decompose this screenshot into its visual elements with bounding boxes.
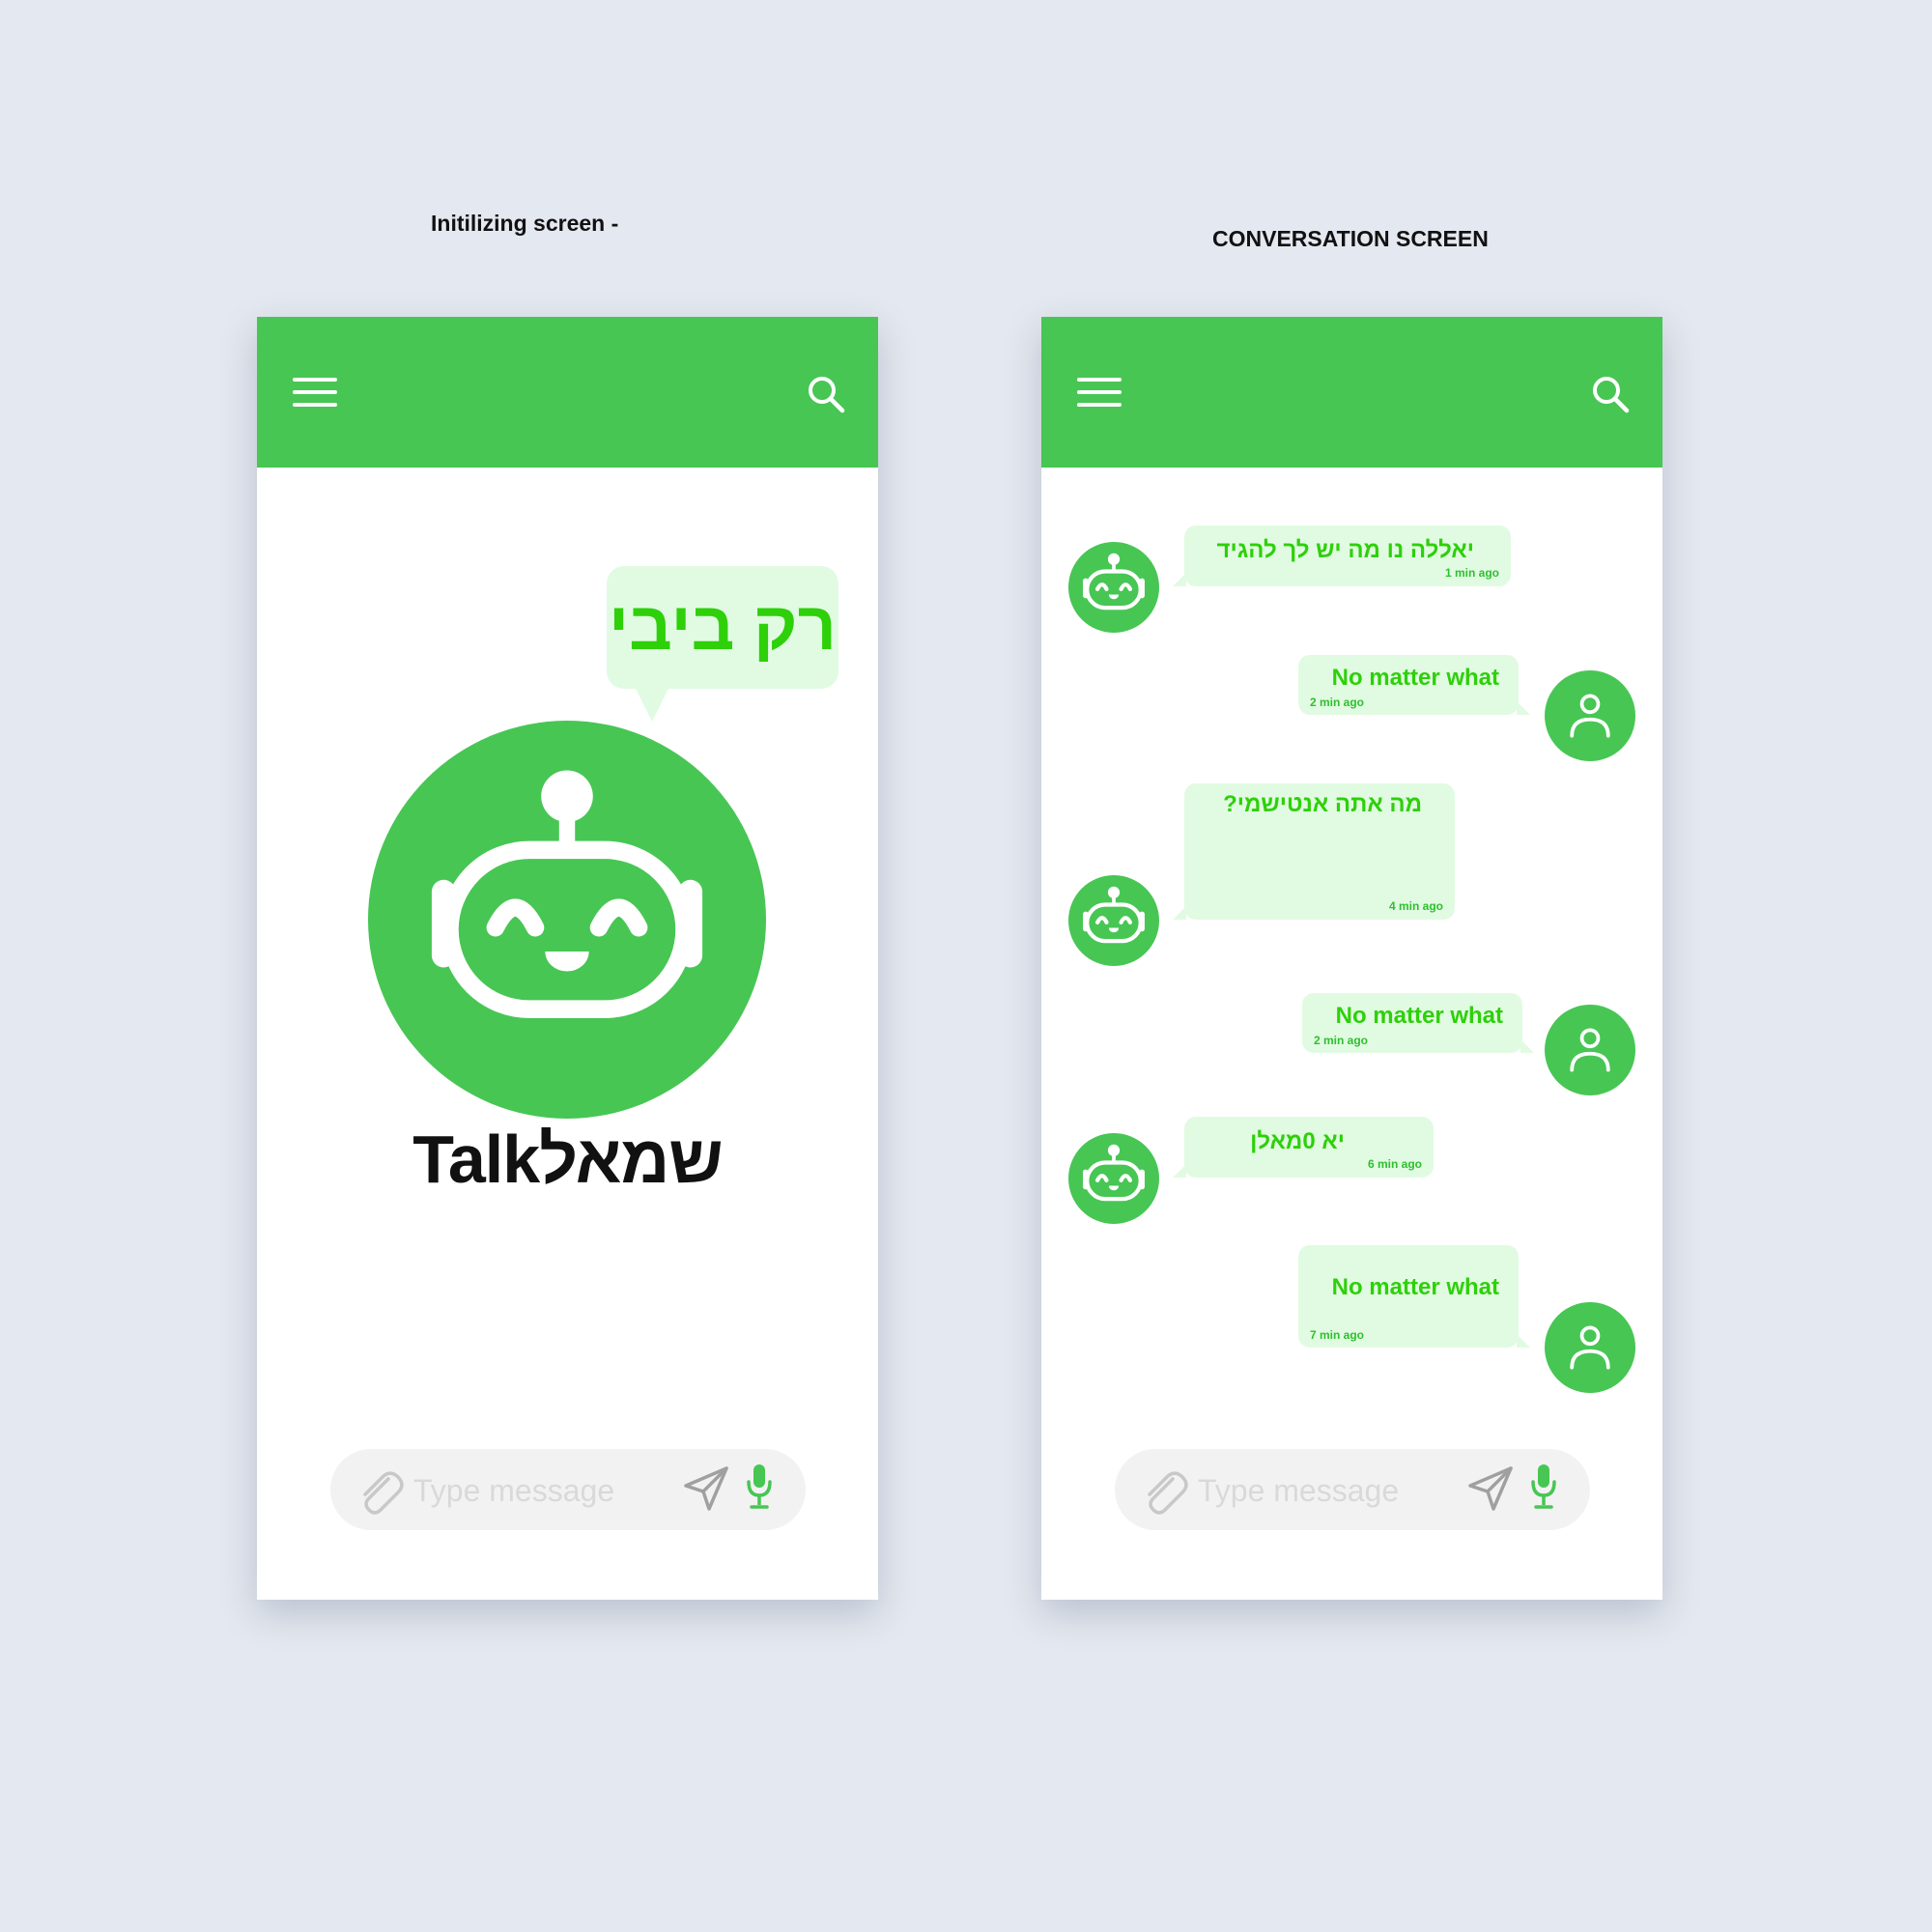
user-avatar-icon — [1545, 1302, 1635, 1393]
message-timestamp: 4 min ago — [1388, 899, 1443, 913]
speech-bubble-text: רק ביבי — [608, 588, 837, 664]
message-bubble[interactable]: No matter what 2 min ago — [1302, 993, 1534, 1053]
microphone-icon[interactable] — [1530, 1463, 1557, 1511]
message-text: No matter what — [1331, 665, 1499, 691]
message-bubble[interactable]: יא 0מאלן 6 min ago — [1173, 1117, 1434, 1178]
paperclip-icon[interactable] — [355, 1465, 404, 1516]
user-avatar-icon — [1545, 1005, 1635, 1095]
bot-avatar-icon — [1068, 542, 1159, 633]
paperclip-icon[interactable] — [1140, 1465, 1188, 1516]
message-bubble[interactable]: No matter what 7 min ago — [1298, 1245, 1530, 1348]
hamburger-menu-icon[interactable] — [1077, 377, 1122, 408]
message-input[interactable] — [1196, 1468, 1451, 1513]
microphone-icon[interactable] — [746, 1463, 773, 1511]
message-bubble[interactable]: No matter what 2 min ago — [1298, 655, 1530, 715]
message-text: יא 0מאלן — [1250, 1128, 1345, 1154]
hamburger-menu-icon[interactable] — [293, 377, 337, 408]
conversation-screen-caption: CONVERSATION SCREEN — [1212, 226, 1489, 251]
message-bubble[interactable]: מה אתה אנטישמי? 4 min ago — [1173, 783, 1455, 920]
initializing-screen: רק ביבי Talkשמאל — [257, 317, 878, 1600]
message-composer — [1115, 1449, 1590, 1530]
message-timestamp: 6 min ago — [1367, 1157, 1422, 1171]
speech-bubble: רק ביבי — [607, 566, 838, 722]
conversation-screen: יאללה נו מה יש לך להגיד 1 min ago No mat… — [1041, 317, 1662, 1600]
initializing-screen-caption: Initilizing screen - — [431, 211, 619, 236]
bot-avatar-icon — [1068, 875, 1159, 966]
search-icon[interactable] — [1591, 375, 1630, 413]
message-text: מה אתה אנטישמי? — [1223, 791, 1422, 817]
app-bar — [257, 317, 878, 468]
send-icon[interactable] — [682, 1464, 730, 1513]
search-icon[interactable] — [807, 375, 845, 413]
send-icon[interactable] — [1466, 1464, 1515, 1513]
message-text: No matter what — [1331, 1274, 1499, 1300]
bot-avatar-icon — [1068, 1133, 1159, 1224]
message-text: No matter what — [1335, 1003, 1503, 1029]
message-timestamp: 1 min ago — [1444, 566, 1499, 580]
message-bubble[interactable]: יאללה נו מה יש לך להגיד 1 min ago — [1173, 526, 1511, 586]
brand-wordmark: Talkשמאל — [412, 1122, 723, 1197]
app-bar — [1041, 317, 1662, 468]
message-input[interactable] — [412, 1468, 667, 1513]
robot-logo-icon — [368, 721, 766, 1119]
message-timestamp: 2 min ago — [1310, 696, 1365, 709]
message-timestamp: 7 min ago — [1310, 1328, 1365, 1342]
message-timestamp: 2 min ago — [1314, 1034, 1369, 1047]
message-text: יאללה נו מה יש לך להגיד — [1216, 537, 1474, 563]
message-composer — [330, 1449, 806, 1530]
user-avatar-icon — [1545, 670, 1635, 761]
